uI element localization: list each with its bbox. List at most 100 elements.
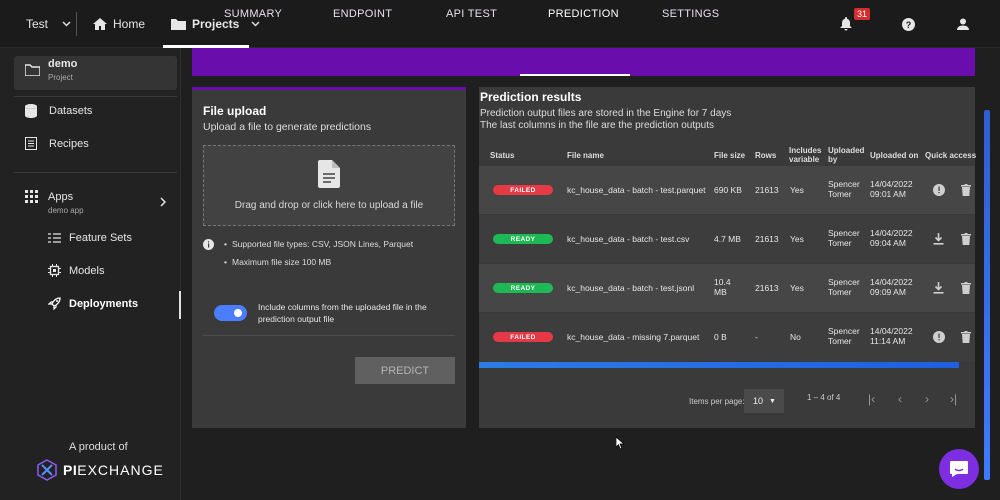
chat-support-button[interactable]	[939, 449, 979, 489]
home-label: Home	[113, 17, 146, 31]
info-icon[interactable]	[933, 331, 945, 343]
items-per-page-value: 10	[753, 396, 764, 406]
feature-sets-icon	[48, 232, 61, 244]
sidebar-item-label: Deployments	[69, 297, 139, 310]
col-includes-variable: Includes variable	[789, 144, 821, 166]
bullet-icon: •	[224, 239, 227, 249]
tab-settings[interactable]: SETTINGS	[662, 0, 719, 28]
home-link[interactable]: Home	[93, 0, 145, 48]
uploaded-on-cell-line-1: 14/04/2022	[870, 228, 913, 238]
upload-subtitle: Upload a file to generate predictions	[203, 121, 372, 133]
items-per-page-select[interactable]: 10 ▼	[744, 389, 784, 413]
workspace-selector[interactable]: Test	[26, 0, 71, 48]
status-badge: READY	[493, 234, 553, 244]
sidebar-item-apps[interactable]	[25, 190, 38, 203]
mouse-cursor-icon	[616, 437, 624, 449]
project-name: demo	[48, 58, 78, 70]
delete-icon[interactable]	[961, 233, 971, 245]
table-scrollbar[interactable]	[479, 362, 959, 368]
info-icon[interactable]	[933, 184, 945, 196]
max-size-text: Maximum file size 100 MB	[231, 257, 332, 267]
next-page-icon[interactable]: ›	[925, 392, 929, 406]
chat-icon	[949, 460, 969, 478]
uploaded-on-cell: 14/04/2022 11:14 AM	[870, 326, 913, 346]
bell-icon	[840, 17, 852, 31]
uploaded-by-cell: Spencer Tomer	[828, 277, 860, 297]
supported-types-info: • Supported file types: CSV, JSON Lines,…	[224, 239, 413, 249]
results-title: Prediction results	[480, 90, 582, 104]
piexchange-logo: PI EXCHANGE	[36, 459, 164, 481]
download-icon[interactable]	[933, 282, 944, 294]
sidebar-item-feature-sets[interactable]: Feature Sets	[48, 232, 132, 244]
piexchange-logo-icon	[36, 459, 58, 481]
col-uploaded-by: Uploaded by	[828, 144, 864, 166]
tab-summary[interactable]: SUMMARY	[224, 0, 282, 28]
top-bar: Test Home Projects 31 ?	[0, 0, 1000, 48]
help-icon: ?	[902, 17, 915, 31]
sidebar-item-label: Feature Sets	[69, 232, 132, 244]
toggle-label-line-2: prediction output file	[258, 314, 335, 324]
uploaded-on-cell-line-2: 09:01 AM	[870, 189, 906, 199]
sidebar-item-deployments[interactable]: Deployments	[48, 297, 138, 310]
upload-title: File upload	[203, 104, 267, 118]
home-icon	[93, 18, 107, 30]
uploaded-on-cell-line-2: 09:09 AM	[870, 287, 906, 297]
active-tab-indicator	[520, 74, 630, 76]
uploaded-by-cell: Spencer Tomer	[828, 228, 860, 248]
bullet-icon: •	[224, 257, 227, 267]
rows-cell: 21613	[755, 283, 779, 293]
predict-button[interactable]: PREDICT	[355, 357, 455, 384]
account-button[interactable]	[957, 0, 969, 48]
includes-variable-cell: Yes	[790, 185, 804, 195]
uploaded-on-cell-line-1: 14/04/2022	[870, 179, 913, 189]
uploaded-by-cell-line-1: Spencer	[828, 179, 860, 189]
includes-variable-cell: Yes	[790, 234, 804, 244]
col-uploaded-by-line-1: Uploaded	[828, 146, 865, 155]
uploaded-by-cell-line-2: Tomer	[828, 336, 852, 346]
results-desc-1: Prediction output files are stored in th…	[480, 108, 732, 119]
download-icon[interactable]	[933, 233, 944, 245]
last-page-icon[interactable]: ›|	[950, 392, 957, 406]
rows-cell: 21613	[755, 234, 779, 244]
info-icon	[203, 239, 214, 250]
status-badge: FAILED	[493, 185, 553, 195]
results-desc-2: The last columns in the file are the pre…	[480, 120, 715, 131]
notifications-button[interactable]	[840, 0, 852, 48]
uploaded-on-cell: 14/04/2022 09:01 AM	[870, 179, 913, 199]
apps-sub-label: demo app	[48, 206, 84, 215]
file-size-cell: 10.4 MB	[714, 277, 731, 297]
topbar-divider	[76, 12, 77, 36]
uploaded-on-cell-line-2: 11:14 AM	[870, 336, 906, 346]
previous-page-icon[interactable]: ‹	[898, 392, 902, 406]
folder-icon	[171, 18, 186, 30]
include-columns-toggle[interactable]	[214, 305, 247, 321]
sidebar-item-models[interactable]: Models	[48, 264, 104, 277]
grid-icon	[25, 190, 38, 203]
col-quick-access: Quick access	[925, 150, 977, 160]
notification-count-badge: 31	[854, 8, 871, 20]
page-scrollbar[interactable]	[984, 110, 990, 480]
delete-icon[interactable]	[961, 282, 971, 294]
tab-endpoint[interactable]: ENDPOINT	[333, 0, 392, 28]
tab-prediction[interactable]: PREDICTION	[548, 0, 619, 28]
col-rows: Rows	[755, 150, 777, 160]
delete-icon[interactable]	[961, 331, 971, 343]
file-icon	[318, 160, 340, 188]
first-page-icon[interactable]: |‹	[868, 392, 875, 406]
help-button[interactable]: ?	[902, 0, 915, 48]
sidebar-item-datasets[interactable]: Datasets	[25, 104, 92, 118]
col-file-size: File size	[714, 150, 746, 160]
toggle-knob	[232, 307, 244, 319]
includes-variable-cell: No	[790, 332, 801, 342]
tab-api-test[interactable]: API TEST	[446, 0, 497, 28]
rows-cell: -	[755, 332, 758, 342]
supported-types-text: Supported file types: CSV, JSON Lines, P…	[231, 239, 414, 249]
chevron-right-icon[interactable]	[160, 197, 166, 207]
database-icon	[25, 104, 37, 118]
sidebar-item-recipes[interactable]: Recipes	[25, 137, 89, 150]
delete-icon[interactable]	[961, 184, 971, 196]
items-per-page-label: Items per page:	[689, 397, 745, 406]
uploaded-by-cell-line-2: Tomer	[828, 238, 852, 248]
sidebar-item-label: Models	[69, 264, 105, 277]
workspace-name: Test	[26, 17, 49, 31]
